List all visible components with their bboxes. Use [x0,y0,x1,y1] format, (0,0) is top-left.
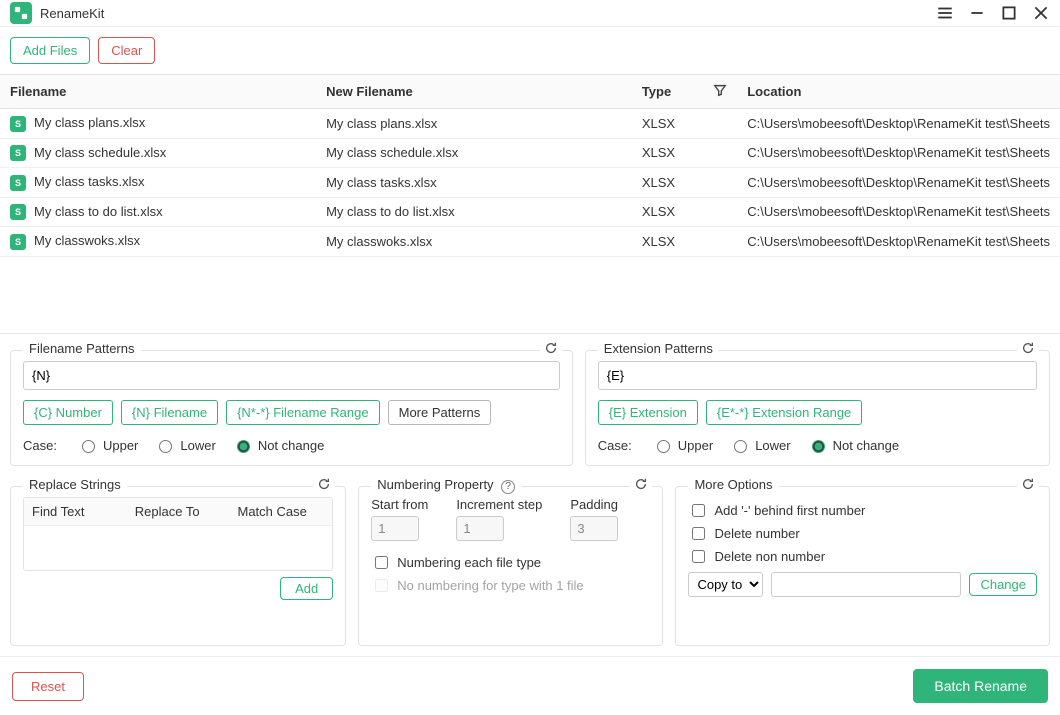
add-replace-button[interactable]: Add [280,577,333,600]
table-row[interactable]: SMy class tasks.xlsxMy class tasks.xlsxX… [0,168,1060,198]
col-type[interactable]: Type [632,75,737,109]
numbering-each-type-checkbox[interactable] [375,556,388,569]
start-from-label: Start from [371,497,428,512]
panel-title: Numbering Property ? [371,477,521,494]
delete-non-number-label: Delete non number [714,549,825,564]
col-new-filename[interactable]: New Filename [316,75,632,109]
refresh-icon[interactable] [1017,477,1039,494]
col-find-text: Find Text [24,498,127,525]
numbering-panel: Numbering Property ? Start from Incremen… [358,486,663,646]
file-table: Filename New Filename Type Location SMy … [0,74,1060,334]
titlebar: RenameKit [0,0,1060,27]
table-row[interactable]: SMy class to do list.xlsxMy class to do … [0,197,1060,227]
col-filename[interactable]: Filename [0,75,316,109]
delete-number-label: Delete number [714,526,799,541]
col-replace-to: Replace To [127,498,230,525]
increment-input[interactable] [456,516,504,541]
refresh-icon[interactable] [630,477,652,494]
more-options-panel: More Options Add '-' behind first number… [675,486,1050,646]
change-path-button[interactable]: Change [969,573,1037,596]
chip-n-range[interactable]: {N*-*} Filename Range [226,400,380,425]
refresh-icon[interactable] [540,341,562,358]
chip-more-patterns[interactable]: More Patterns [388,400,492,425]
table-row[interactable]: SMy classwoks.xlsxMy classwoks.xlsxXLSXC… [0,227,1060,257]
table-row[interactable]: SMy class plans.xlsxMy class plans.xlsxX… [0,109,1060,139]
case-lower[interactable]: Lower [729,437,790,453]
case-label: Case: [598,438,632,453]
delete-number-checkbox[interactable] [692,527,705,540]
copy-to-select[interactable]: Copy to [688,572,763,597]
copy-path-input[interactable] [771,572,961,597]
delete-non-number-checkbox[interactable] [692,550,705,563]
close-icon[interactable] [1032,4,1050,22]
filename-patterns-panel: Filename Patterns {C} Number {N} Filenam… [10,350,573,466]
reset-button[interactable]: Reset [12,672,84,701]
col-location[interactable]: Location [737,75,1060,109]
spreadsheet-icon: S [10,175,26,191]
chip-e-range[interactable]: {E*-*} Extension Range [706,400,862,425]
increment-label: Increment step [456,497,542,512]
spreadsheet-icon: S [10,145,26,161]
no-numbering-single-checkbox [375,579,388,592]
footer: Reset Batch Rename [0,656,1060,715]
spreadsheet-icon: S [10,234,26,250]
chip-c-number[interactable]: {C} Number [23,400,113,425]
extension-patterns-panel: Extension Patterns {E} Extension {E*-*} … [585,350,1050,466]
minimize-icon[interactable] [968,4,986,22]
replace-strings-panel: Replace Strings Find Text Replace To Mat… [10,486,346,646]
maximize-icon[interactable] [1000,4,1018,22]
padding-label: Padding [570,497,618,512]
batch-rename-button[interactable]: Batch Rename [913,669,1048,703]
add-dash-checkbox[interactable] [692,504,705,517]
clear-button[interactable]: Clear [98,37,155,64]
table-row[interactable]: SMy class schedule.xlsxMy class schedule… [0,138,1060,168]
chip-n-filename[interactable]: {N} Filename [121,400,218,425]
add-dash-label: Add '-' behind first number [714,503,865,518]
spreadsheet-icon: S [10,116,26,132]
start-from-input[interactable] [371,516,419,541]
no-numbering-single-label: No numbering for type with 1 file [397,578,583,593]
case-upper[interactable]: Upper [77,437,138,453]
app-title: RenameKit [40,6,936,21]
case-not-change[interactable]: Not change [232,437,325,453]
case-not-change[interactable]: Not change [807,437,900,453]
case-lower[interactable]: Lower [154,437,215,453]
spreadsheet-icon: S [10,204,26,220]
panel-title: Extension Patterns [598,341,719,356]
panel-title: Filename Patterns [23,341,141,356]
filename-pattern-input[interactable] [23,361,560,390]
padding-input[interactable] [570,516,618,541]
panel-title: More Options [688,477,778,492]
refresh-icon[interactable] [313,477,335,494]
case-upper[interactable]: Upper [652,437,713,453]
replace-table: Find Text Replace To Match Case [23,497,333,571]
extension-pattern-input[interactable] [598,361,1037,390]
add-files-button[interactable]: Add Files [10,37,90,64]
toolbar: Add Files Clear [0,27,1060,74]
help-icon[interactable]: ? [501,480,515,494]
col-match-case: Match Case [230,498,333,525]
chip-e-extension[interactable]: {E} Extension [598,400,698,425]
app-icon [10,2,32,24]
refresh-icon[interactable] [1017,341,1039,358]
panel-title: Replace Strings [23,477,127,492]
filter-icon[interactable] [713,83,727,100]
case-label: Case: [23,438,57,453]
numbering-each-type-label: Numbering each file type [397,555,541,570]
menu-icon[interactable] [936,4,954,22]
